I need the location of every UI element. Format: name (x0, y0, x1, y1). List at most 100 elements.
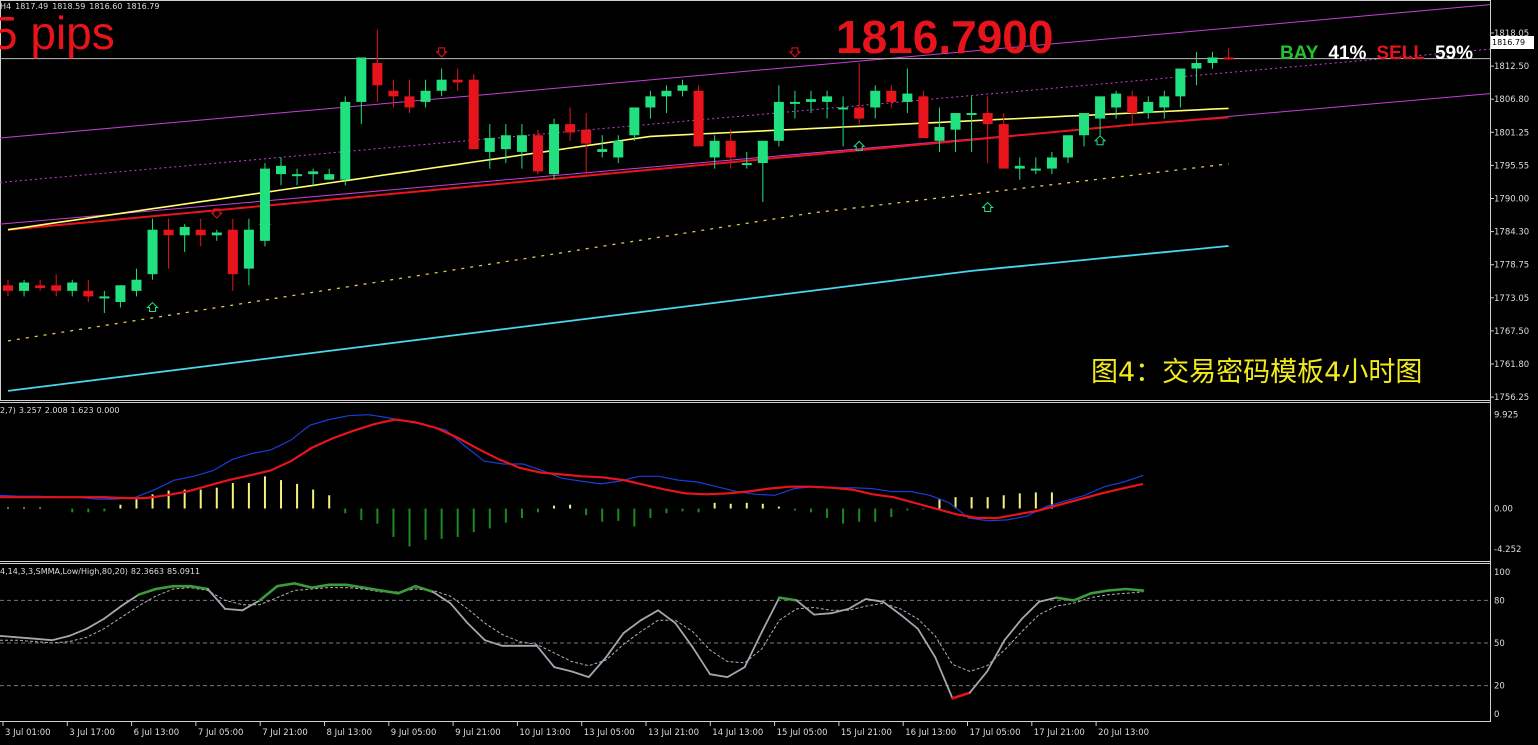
channel-lower-line (0, 93, 1491, 225)
candle-body (1159, 96, 1170, 108)
candle-body (147, 229, 158, 275)
candle-body (1207, 57, 1218, 64)
stoch-main-segment (899, 613, 919, 630)
stoch-main-segment (310, 583, 331, 589)
macd-tick-label: -4.252 (1494, 545, 1521, 555)
stoch-main-segment (639, 609, 659, 622)
candle-body (565, 124, 576, 133)
candle-body (243, 229, 254, 269)
yellow-moving-average (7, 107, 1229, 231)
close-value: 1816.79 (126, 2, 160, 11)
stoch-main-segment (1107, 587, 1127, 592)
candle-body (886, 90, 897, 102)
time-tick-label: 7 Jul 21:00 (262, 728, 308, 738)
candle-body (934, 126, 945, 141)
stoch-params: 4,14,3,3,SMMA,Low/High,80,20) (0, 567, 128, 576)
candle-body (693, 90, 704, 147)
stoch-main-segment (570, 670, 590, 678)
candle-body (661, 90, 672, 97)
sell-arrow-icon (788, 47, 802, 58)
candle-body (35, 285, 46, 289)
candle-body (822, 96, 833, 102)
stoch-main-segment (934, 656, 954, 700)
candle-body (1175, 68, 1186, 97)
macd-pane (0, 414, 1144, 547)
candle-body (83, 290, 94, 297)
candle-body (1111, 93, 1122, 108)
big-price-readout: 1816.7900 (836, 11, 1054, 63)
candle-body (918, 96, 929, 139)
price-tick-label: 1790.00 (1494, 195, 1529, 205)
candle-body (19, 282, 30, 291)
candle-body (420, 90, 431, 102)
candle-body (1046, 157, 1057, 169)
time-tick-label: 13 Jul 05:00 (584, 728, 635, 738)
stoch-main-segment (33, 637, 53, 642)
candle-body (789, 101, 800, 104)
time-tick-label: 15 Jul 05:00 (777, 728, 828, 738)
time-tick-label: 3 Jul 17:00 (69, 728, 115, 738)
stoch-main-segment (103, 605, 123, 620)
stoch-main-segment (241, 599, 261, 612)
stoch-main-segment (605, 632, 625, 659)
candle-body (902, 93, 913, 102)
candle-body (324, 174, 335, 180)
macd-tick-label: 9.925 (1494, 411, 1518, 421)
sell-arrow-icon (435, 47, 448, 58)
candle-body (179, 226, 190, 236)
stoch-main-segment (813, 612, 833, 616)
candle-body (195, 229, 206, 236)
stoch-main-segment (691, 646, 711, 676)
stoch-main-segment (1089, 589, 1110, 595)
stoch-tick-label: 80 (1494, 596, 1505, 606)
macd-params: 2,7) (0, 406, 16, 415)
stoch-main-segment (743, 630, 763, 668)
bay-label: BAY (1280, 43, 1319, 64)
time-tick-label: 3 Jul 01:00 (5, 728, 51, 738)
channel-mid-line (0, 48, 1491, 183)
stoch-main-segment (396, 584, 417, 595)
candle-body (227, 229, 238, 275)
macd-value-2: 2.008 (44, 406, 68, 415)
trading-chart[interactable]: 1818.05 1812.50 1806.80 1801.25 1795.55 1790.… (0, 0, 1538, 745)
price-tick-label: 1812.50 (1494, 62, 1529, 72)
candle-body (115, 285, 126, 302)
time-tick-label: 20 Jul 13:00 (1098, 728, 1149, 738)
stoch-main-segment (414, 584, 435, 594)
stoch-main-segment (16, 636, 36, 640)
candle-body (3, 285, 13, 291)
candle-body (806, 99, 816, 102)
stoch-main-segment (587, 656, 607, 678)
stoch-main-segment (882, 600, 902, 616)
stoch-main-segment (85, 618, 105, 630)
red-moving-average (7, 116, 1229, 231)
stoch-main-segment (1124, 587, 1145, 592)
cyan-moving-average (7, 245, 1229, 392)
time-tick-label: 6 Jul 13:00 (134, 728, 180, 738)
buy-arrow-icon (1093, 135, 1107, 146)
candle-body (581, 129, 592, 144)
stoch-main-segment (449, 602, 469, 624)
stoch-main-segment (189, 584, 210, 591)
stoch-main-segment (51, 635, 71, 642)
candle-body (966, 113, 977, 116)
chart-caption: 图4：交易密码模板4小时图 (1091, 357, 1423, 388)
macd-value-4: 0.000 (96, 406, 120, 415)
sell-label: SELL (1376, 43, 1425, 64)
candle-body (1191, 63, 1202, 69)
price-tick-label: 1795.55 (1494, 161, 1529, 171)
time-tick-label: 17 Jul 05:00 (970, 728, 1021, 738)
stochastic-label: 4,14,3,3,SMMA,Low/High,80,20) 82.3663 85.0… (0, 567, 203, 576)
buy-arrow-icon (146, 301, 159, 313)
price-tick-label: 1756.25 (1494, 393, 1529, 403)
stochastic-pane (0, 582, 1490, 700)
candle-body (308, 171, 319, 175)
candle-body (372, 63, 383, 86)
stoch-main-segment (726, 666, 746, 678)
stoch-tick-label: 0 (1494, 710, 1499, 720)
candle-body (436, 79, 447, 91)
stoch-main-segment (968, 670, 988, 694)
candle-body (549, 124, 560, 175)
candle-body (1030, 168, 1041, 171)
price-tick-label: 1773.05 (1494, 294, 1529, 304)
